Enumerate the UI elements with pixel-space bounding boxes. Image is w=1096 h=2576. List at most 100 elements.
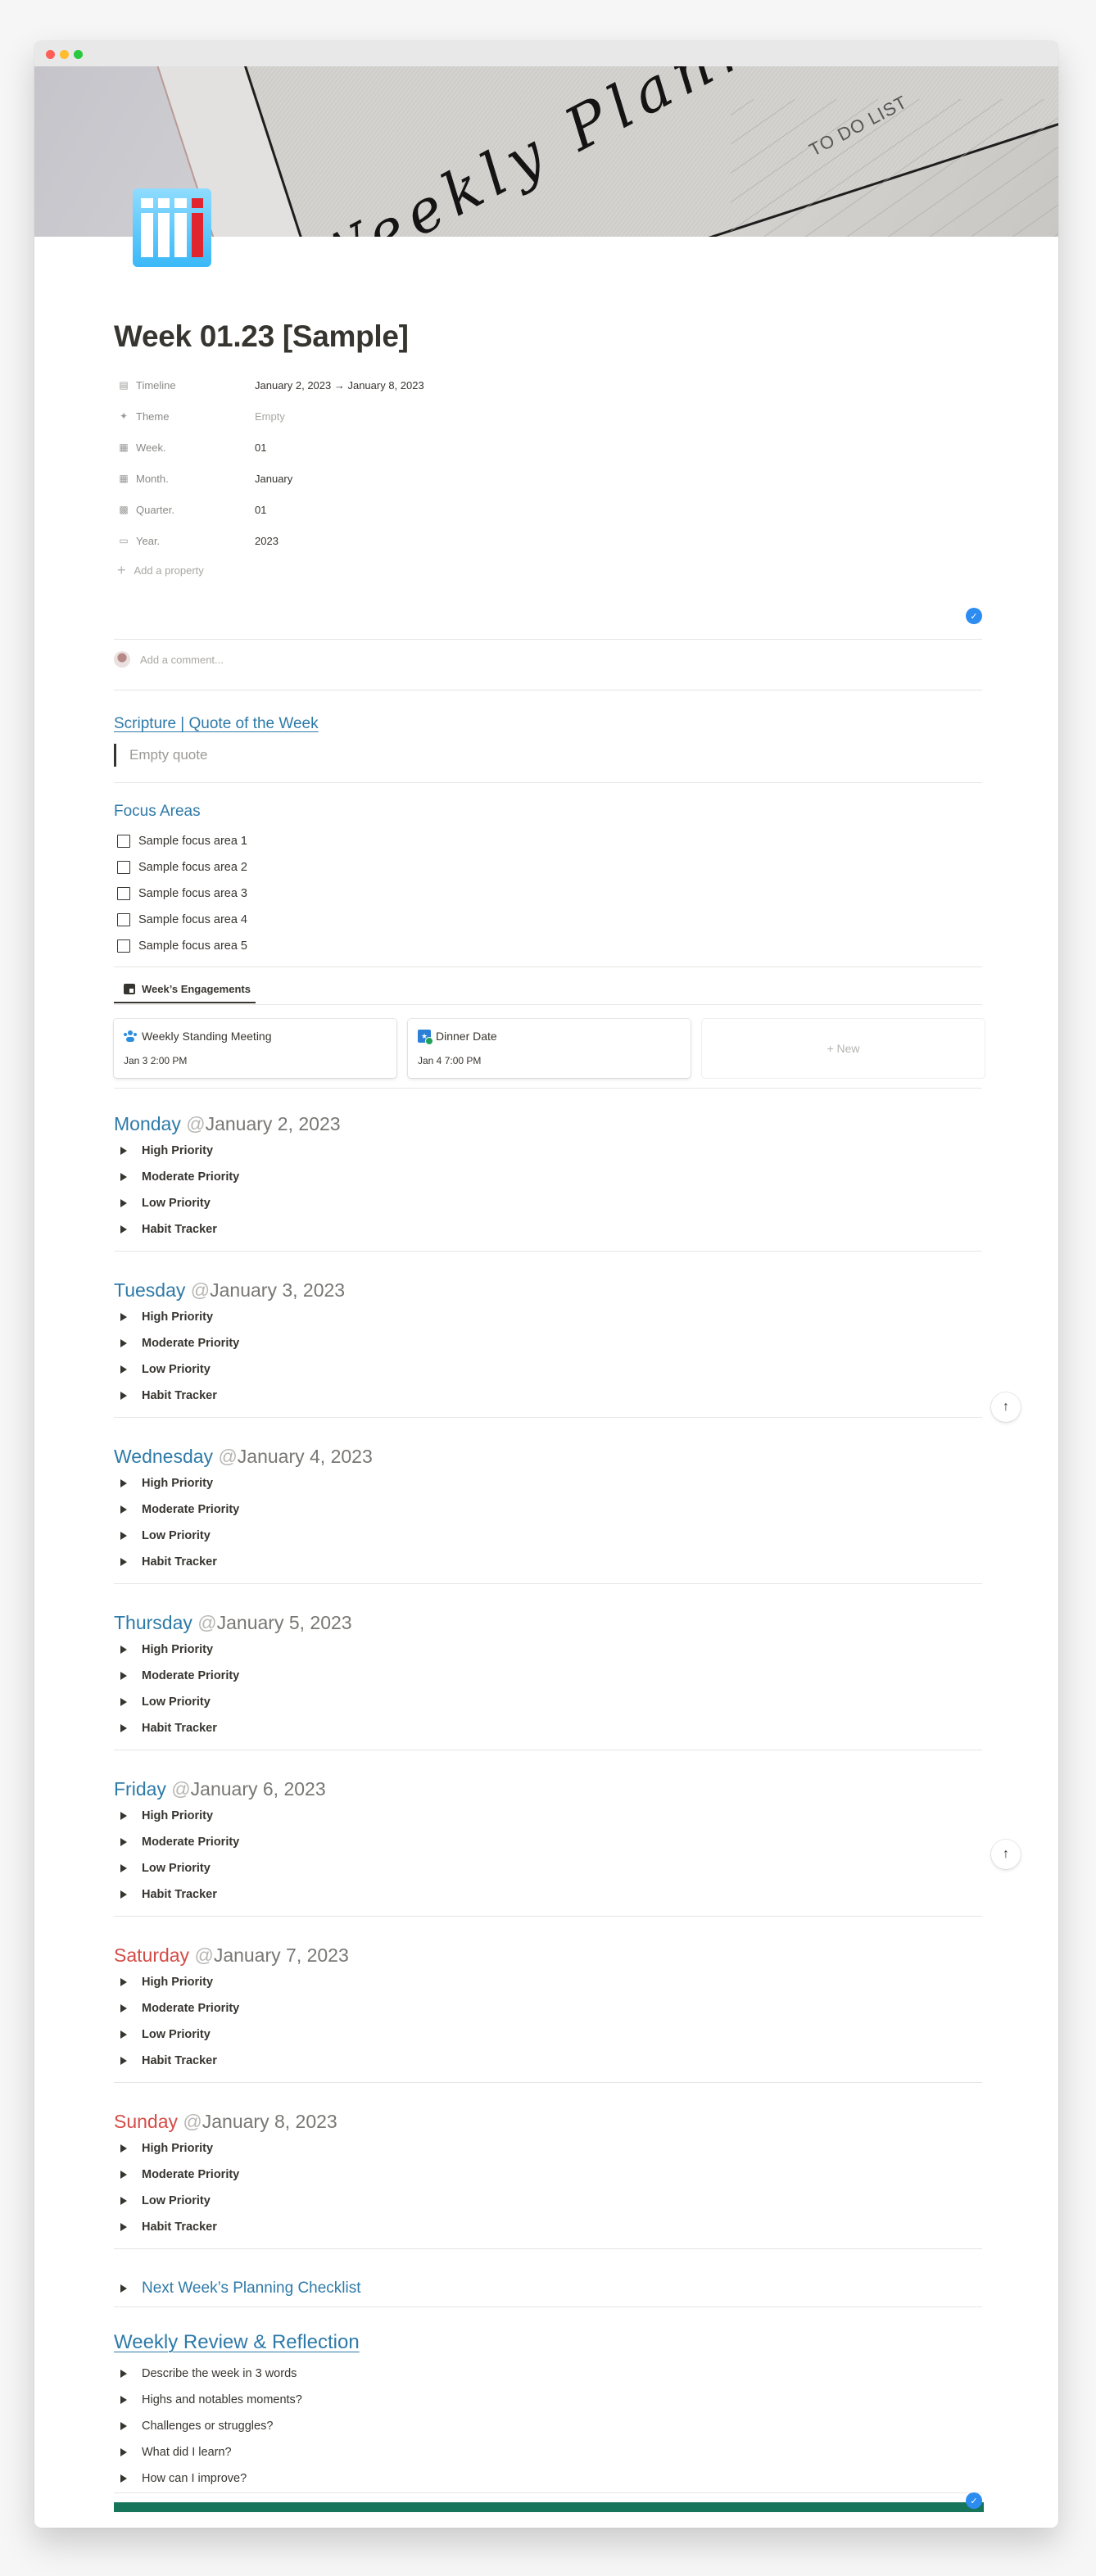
priority-toggle[interactable]: Habit Tracker <box>114 1715 982 1741</box>
property-week[interactable]: ▦ Week. 01 <box>114 432 982 463</box>
focus-item[interactable]: Sample focus area 1 <box>114 828 247 854</box>
toggle-triangle-icon[interactable] <box>120 1147 127 1155</box>
toggle-triangle-icon[interactable] <box>120 2422 127 2430</box>
property-month[interactable]: ▦ Month. January <box>114 463 982 494</box>
priority-toggle[interactable]: Habit Tracker <box>114 1383 982 1409</box>
tab-weeks-engagements[interactable]: Week’s Engagements <box>114 976 256 1003</box>
toggle-triangle-icon[interactable] <box>120 1532 127 1540</box>
focus-item[interactable]: Sample focus area 4 <box>114 907 247 933</box>
scroll-to-top-button[interactable]: ↑ <box>991 1840 1021 1869</box>
toggle-triangle-icon[interactable] <box>120 1479 127 1487</box>
priority-toggle[interactable]: High Priority <box>114 1138 982 1164</box>
review-toggle[interactable]: How can I improve? <box>114 2465 302 2492</box>
comment-input[interactable]: Add a comment... <box>114 651 224 668</box>
priority-toggle[interactable]: High Priority <box>114 1803 982 1829</box>
priority-toggle[interactable]: High Priority <box>114 2135 982 2162</box>
toggle-triangle-icon[interactable] <box>120 1672 127 1680</box>
property-value[interactable]: 01 <box>255 504 266 516</box>
toggle-triangle-icon[interactable] <box>120 1978 127 1986</box>
property-theme[interactable]: ✦ Theme Empty <box>114 401 982 432</box>
property-timeline[interactable]: ▤ Timeline January 2, 2023 → January 8, 2… <box>114 369 982 401</box>
review-toggle[interactable]: Challenges or struggles? <box>114 2413 302 2439</box>
focus-item[interactable]: Sample focus area 5 <box>114 933 247 959</box>
toggle-triangle-icon[interactable] <box>120 1392 127 1400</box>
property-year[interactable]: ▭ Year. 2023 <box>114 525 982 556</box>
toggle-triangle-icon[interactable] <box>120 1890 127 1899</box>
priority-toggle[interactable]: Habit Tracker <box>114 1881 982 1908</box>
maximize-window-button[interactable] <box>74 50 83 59</box>
checkbox[interactable] <box>117 939 130 953</box>
priority-toggle[interactable]: Moderate Priority <box>114 1663 982 1689</box>
priority-toggle[interactable]: Low Priority <box>114 1689 982 1715</box>
toggle-triangle-icon[interactable] <box>120 1838 127 1846</box>
toggle-triangle-icon[interactable] <box>120 2004 127 2012</box>
close-window-button[interactable] <box>46 50 55 59</box>
priority-toggle[interactable]: High Priority <box>114 1637 982 1663</box>
date-mention[interactable]: January 5, 2023 <box>217 1612 352 1633</box>
engagement-card[interactable]: Weekly Standing Meeting Jan 3 2:00 PM <box>114 1019 396 1078</box>
date-mention[interactable]: January 8, 2023 <box>202 2111 337 2132</box>
quote-block[interactable]: Empty quote <box>114 744 207 767</box>
priority-toggle[interactable]: Low Priority <box>114 1190 982 1216</box>
focus-item[interactable]: Sample focus area 3 <box>114 881 247 907</box>
priority-toggle[interactable]: Habit Tracker <box>114 2048 982 2074</box>
toggle-triangle-icon[interactable] <box>120 2171 127 2179</box>
toggle-triangle-icon[interactable] <box>120 1698 127 1706</box>
add-property-button[interactable]: + Add a property <box>114 556 982 584</box>
quote-heading[interactable]: Scripture | Quote of the Week <box>114 715 319 733</box>
priority-toggle[interactable]: High Priority <box>114 1304 982 1330</box>
date-mention[interactable]: January 4, 2023 <box>238 1446 373 1467</box>
toggle-triangle-icon[interactable] <box>120 2197 127 2205</box>
priority-toggle[interactable]: Low Priority <box>114 2188 982 2214</box>
focus-item[interactable]: Sample focus area 2 <box>114 854 247 881</box>
checkbox[interactable] <box>117 861 130 874</box>
toggle-triangle-icon[interactable] <box>120 1339 127 1347</box>
toggle-triangle-icon[interactable] <box>120 1646 127 1654</box>
property-value[interactable]: January 2, 2023 → January 8, 2023 <box>255 379 424 392</box>
property-value[interactable]: Empty <box>255 410 285 423</box>
priority-toggle[interactable]: Moderate Priority <box>114 1164 982 1190</box>
new-engagement-button[interactable]: + New <box>702 1019 985 1078</box>
toggle-triangle-icon[interactable] <box>120 1864 127 1872</box>
scroll-to-top-button[interactable]: ↑ <box>991 1392 1021 1422</box>
toggle-triangle-icon[interactable] <box>120 2448 127 2456</box>
priority-toggle[interactable]: High Priority <box>114 1969 982 1995</box>
review-toggle[interactable]: What did I learn? <box>114 2439 302 2465</box>
toggle-triangle-icon[interactable] <box>120 2030 127 2039</box>
check-badge-icon[interactable]: ✓ <box>966 2492 982 2509</box>
toggle-triangle-icon[interactable] <box>120 1365 127 1374</box>
checkbox[interactable] <box>117 835 130 848</box>
minimize-window-button[interactable] <box>60 50 69 59</box>
toggle-triangle-icon[interactable] <box>120 2370 127 2378</box>
priority-toggle[interactable]: Habit Tracker <box>114 2214 982 2240</box>
toggle-triangle-icon[interactable] <box>120 1558 127 1566</box>
date-mention[interactable]: January 7, 2023 <box>214 1944 349 1966</box>
priority-toggle[interactable]: Moderate Priority <box>114 1995 982 2021</box>
priority-toggle[interactable]: Moderate Priority <box>114 1330 982 1356</box>
review-heading[interactable]: Weekly Review & Reflection <box>114 2331 360 2354</box>
toggle-triangle-icon[interactable] <box>120 2144 127 2153</box>
toggle-triangle-icon[interactable] <box>120 2223 127 2231</box>
toggle-triangle-icon[interactable] <box>120 1313 127 1321</box>
planner-bars-icon[interactable] <box>133 188 211 267</box>
check-badge-icon[interactable]: ✓ <box>966 608 982 624</box>
page-title[interactable]: Week 01.23 [Sample] <box>114 319 409 354</box>
priority-toggle[interactable]: Habit Tracker <box>114 1216 982 1243</box>
property-value[interactable]: 01 <box>255 441 266 454</box>
checkbox[interactable] <box>117 887 130 900</box>
toggle-triangle-icon[interactable] <box>120 2396 127 2404</box>
toggle-triangle-icon[interactable] <box>120 2057 127 2065</box>
review-toggle[interactable]: Highs and notables moments? <box>114 2387 302 2413</box>
property-value[interactable]: January <box>255 473 292 485</box>
priority-toggle[interactable]: Low Priority <box>114 1523 982 1549</box>
date-mention[interactable]: January 6, 2023 <box>191 1778 326 1800</box>
priority-toggle[interactable]: Moderate Priority <box>114 1829 982 1855</box>
review-toggle[interactable]: Describe the week in 3 words <box>114 2361 302 2387</box>
priority-toggle[interactable]: Moderate Priority <box>114 2162 982 2188</box>
toggle-triangle-icon[interactable] <box>120 1173 127 1181</box>
priority-toggle[interactable]: Low Priority <box>114 1356 982 1383</box>
toggle-triangle-icon[interactable] <box>120 1724 127 1732</box>
property-value[interactable]: 2023 <box>255 535 279 547</box>
priority-toggle[interactable]: Low Priority <box>114 2021 982 2048</box>
toggle-triangle-icon[interactable] <box>120 2474 127 2483</box>
